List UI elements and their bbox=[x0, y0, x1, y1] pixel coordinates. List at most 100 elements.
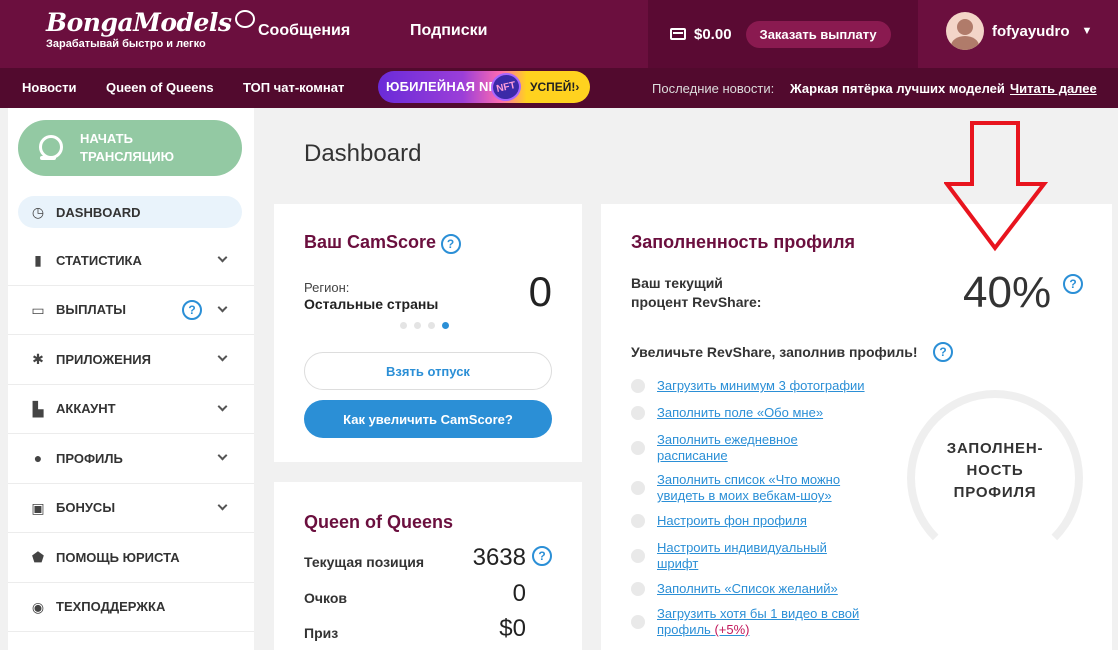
nav-messages[interactable]: Сообщения bbox=[258, 22, 350, 40]
sidebar-item-dashboard[interactable]: ◷ DASHBOARD bbox=[18, 196, 242, 228]
logo[interactable]: BongaModels Зарабатывай быстро и легко bbox=[46, 8, 256, 50]
page-title: Dashboard bbox=[304, 140, 422, 167]
camscore-card: Ваш CamScore ? Регион: Остальные страны … bbox=[274, 204, 582, 462]
subnav-top-chat-rooms[interactable]: ТОП чат-комнат bbox=[243, 80, 344, 95]
balance-box: $0.00 Заказать выплату bbox=[648, 0, 918, 68]
task-profile-background[interactable]: Настроить фон профиля bbox=[631, 513, 901, 529]
sidebar-item-label: ПРОФИЛЬ bbox=[56, 450, 123, 466]
chat-bubble-icon bbox=[235, 9, 256, 28]
ring-label: ЗАПОЛНЕН- НОСТЬ ПРОФИЛЯ bbox=[907, 438, 1083, 504]
camscore-value: 0 bbox=[528, 268, 552, 315]
task-upload-video[interactable]: Загрузить хотя бы 1 видео в свой профиль… bbox=[631, 606, 871, 638]
task-custom-font[interactable]: Настроить индивидуальный шрифт bbox=[631, 540, 846, 572]
stream-label-line1: НАЧАТЬ bbox=[80, 131, 133, 146]
sidebar-item-account[interactable]: ▙ АККАУНТ bbox=[8, 385, 254, 434]
bar-chart-icon: ▮ bbox=[34, 252, 42, 269]
region-value: Остальные страны bbox=[304, 296, 439, 312]
request-payout-button[interactable]: Заказать выплату bbox=[745, 20, 891, 48]
task-wishlist[interactable]: Заполнить «Список желаний» bbox=[631, 581, 901, 597]
help-icon[interactable]: ? bbox=[440, 233, 461, 254]
revshare-percent: 40% bbox=[963, 268, 1052, 317]
position-value: 3638 bbox=[472, 544, 526, 571]
subnav-queen-of-queens[interactable]: Queen of Queens bbox=[106, 80, 214, 95]
help-icon[interactable]: ? bbox=[532, 546, 552, 566]
carousel-dot[interactable] bbox=[414, 322, 421, 329]
sidebar-item-apps[interactable]: ✱ ПРИЛОЖЕНИЯ bbox=[8, 335, 254, 385]
shield-icon: ⬟ bbox=[31, 549, 45, 566]
carousel-dot-active[interactable] bbox=[442, 322, 449, 329]
prize-row: Приз $0 bbox=[304, 615, 554, 642]
nav-subscriptions[interactable]: Подписки bbox=[410, 22, 487, 40]
sidebar-item-bonuses[interactable]: ▣ БОНУСЫ bbox=[8, 484, 254, 533]
region-label: Регион: bbox=[304, 280, 350, 295]
profile-card-title: Заполненность профиля bbox=[631, 232, 856, 252]
sidebar-item-support[interactable]: ◉ ТЕХПОДДЕРЖКА bbox=[8, 583, 254, 632]
start-stream-button[interactable]: НАЧАТЬ ТРАНСЛЯЦИЮ bbox=[18, 120, 242, 176]
revshare-label-line1: Ваш текущий bbox=[631, 275, 723, 291]
balance-amount: $0.00 bbox=[694, 25, 732, 43]
card-icon: ▭ bbox=[31, 301, 45, 318]
banner-text: ЮБИЛЕЙНАЯ NFT-К bbox=[386, 79, 506, 94]
task-upload-video-label: Загрузить хотя бы 1 видео в свой профиль bbox=[657, 606, 860, 637]
revshare-label: Ваш текущий процент RevShare: bbox=[631, 274, 761, 312]
points-label: Очков bbox=[304, 590, 347, 606]
sidebar-item-statistics[interactable]: ▮ СТАТИСТИКА bbox=[8, 236, 254, 286]
news-headline: Жаркая пятёрка лучших моделей bbox=[790, 81, 1005, 96]
user-menu[interactable]: fofyayudro ▼ bbox=[946, 12, 1092, 50]
queen-of-queens-card: Queen of Queens Текущая позиция 3638 ? О… bbox=[274, 482, 582, 650]
username: fofyayudro bbox=[992, 22, 1070, 40]
avatar bbox=[946, 12, 984, 50]
chevron-down-icon bbox=[217, 401, 228, 411]
gauge-icon: ◷ bbox=[31, 204, 45, 220]
top-bar: BongaModels Зарабатывай быстро и легко С… bbox=[0, 0, 1118, 68]
sidebar-item-label: ПОМОЩЬ ЮРИСТА bbox=[56, 549, 180, 565]
sidebar-item-label: ТЕХПОДДЕРЖКА bbox=[56, 599, 166, 615]
revshare-label-line2: процент RevShare: bbox=[631, 294, 762, 310]
carousel-dot[interactable] bbox=[428, 322, 435, 329]
task-schedule[interactable]: Заполнить ежедневное расписание bbox=[631, 432, 821, 464]
user-icon: ● bbox=[33, 450, 43, 467]
help-icon[interactable]: ? bbox=[933, 342, 953, 362]
sidebar-item-payouts[interactable]: ▭ ВЫПЛАТЫ ? bbox=[8, 286, 254, 335]
sidebar-item-label: БОНУСЫ bbox=[56, 500, 116, 516]
sidebar: НАЧАТЬ ТРАНСЛЯЦИЮ ◷ DASHBOARD ▮ СТАТИСТИК… bbox=[8, 108, 254, 650]
chevron-down-icon: ▼ bbox=[1081, 25, 1093, 37]
sidebar-menu: ◷ DASHBOARD ▮ СТАТИСТИКА ▭ ВЫПЛАТЫ ? ✱ П… bbox=[8, 188, 254, 632]
points-value: 0 bbox=[512, 580, 526, 607]
sidebar-item-label: DASHBOARD bbox=[56, 204, 141, 220]
take-vacation-button[interactable]: Взять отпуск bbox=[304, 352, 552, 390]
help-icon[interactable]: ? bbox=[1063, 274, 1083, 294]
carousel-dots bbox=[400, 322, 449, 329]
sidebar-item-label: ПРИЛОЖЕНИЯ bbox=[56, 351, 151, 367]
chevron-down-icon bbox=[217, 351, 228, 362]
stream-label-line2: ТРАНСЛЯЦИЮ bbox=[80, 149, 175, 164]
task-show-list[interactable]: Заполнить список «Что можно увидеть в мо… bbox=[631, 472, 861, 504]
task-about-me[interactable]: Заполнить поле «Обо мне» bbox=[631, 405, 831, 421]
wallet-icon bbox=[670, 28, 686, 40]
read-more-link[interactable]: Читать далее bbox=[1010, 81, 1097, 96]
prize-value: $0 bbox=[499, 615, 526, 642]
increase-camscore-button[interactable]: Как увеличить CamScore? bbox=[304, 400, 552, 438]
chevron-down-icon bbox=[217, 302, 228, 312]
camscore-title: Ваш CamScore bbox=[304, 232, 437, 252]
task-upload-photos[interactable]: Загрузить минимум 3 фотографии bbox=[631, 378, 901, 394]
brand-tagline: Зарабатывай быстро и легко bbox=[46, 38, 206, 50]
nft-promo-banner[interactable]: ЮБИЛЕЙНАЯ NFT-К NFT УСПЕЙ!› bbox=[378, 71, 590, 103]
carousel-dot[interactable] bbox=[400, 322, 407, 329]
support-icon: ◉ bbox=[31, 598, 45, 615]
red-arrow-annotation bbox=[944, 121, 1048, 252]
profile-completeness-card: Заполненность профиля Ваш текущий процен… bbox=[601, 204, 1112, 650]
ring-label-line2: НОСТЬ bbox=[966, 462, 1024, 479]
sidebar-item-label: ВЫПЛАТЫ bbox=[56, 302, 126, 318]
subnav-news[interactable]: Новости bbox=[22, 80, 77, 95]
sidebar-item-legal-help[interactable]: ⬟ ПОМОЩЬ ЮРИСТА bbox=[8, 533, 254, 583]
puzzle-icon: ✱ bbox=[32, 351, 44, 368]
banner-cta: УСПЕЙ!› bbox=[530, 80, 580, 94]
sidebar-item-profile[interactable]: ● ПРОФИЛЬ bbox=[8, 434, 254, 484]
points-row: Очков 0 bbox=[304, 580, 554, 607]
brand-name: BongaModels bbox=[46, 8, 232, 37]
chevron-down-icon bbox=[217, 252, 228, 263]
help-icon[interactable]: ? bbox=[182, 299, 202, 320]
chevron-down-icon bbox=[217, 450, 228, 461]
nft-coin-icon: NFT bbox=[488, 71, 524, 103]
